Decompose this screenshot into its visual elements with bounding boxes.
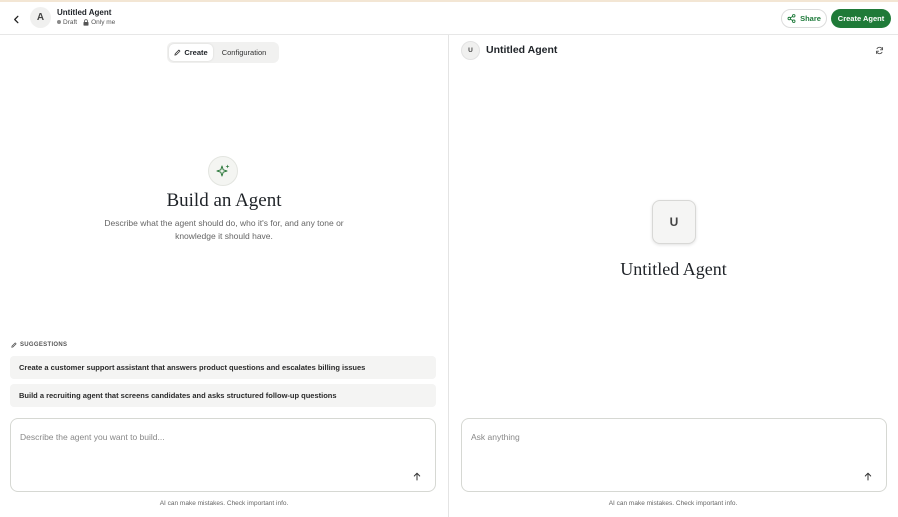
sparkle-badge	[208, 156, 238, 186]
suggestion-item[interactable]: Build a recruiting agent that screens ca…	[10, 384, 436, 407]
suggestions-label-text: SUGGESTIONS	[20, 342, 68, 348]
preview-title: Untitled Agent	[486, 44, 558, 56]
status-badge: Draft	[57, 19, 77, 26]
preview-agent-name: Untitled Agent	[620, 259, 727, 279]
pen-icon	[174, 49, 181, 56]
status-dot	[57, 20, 61, 24]
lock-icon	[83, 19, 89, 26]
agent-title: Untitled Agent	[57, 8, 112, 17]
back-button[interactable]	[8, 11, 24, 27]
refresh-icon	[875, 46, 883, 54]
tab-configuration[interactable]: Configuration	[213, 44, 275, 61]
chat-input[interactable]: Ask anything	[461, 418, 887, 492]
agent-meta: Draft Only me	[57, 19, 115, 26]
chevron-left-icon	[13, 15, 18, 23]
share-label: Share	[800, 14, 821, 23]
tab-create[interactable]: Create	[169, 44, 213, 61]
share-button[interactable]: Share	[781, 9, 827, 28]
create-agent-button[interactable]: Create Agent	[831, 9, 891, 28]
chat-send-button[interactable]	[862, 470, 874, 482]
builder-input[interactable]: Describe the agent you want to build...	[10, 418, 436, 492]
arrow-up-icon	[413, 472, 421, 480]
preview-disclaimer: AI can make mistakes. Check important in…	[608, 500, 738, 507]
refresh-button[interactable]	[873, 44, 885, 56]
suggestion-item[interactable]: Create a customer support assistant that…	[10, 356, 436, 379]
arrow-up-icon	[864, 472, 872, 480]
builder-description: Describe what the agent should do, who i…	[104, 218, 344, 241]
builder-tabs: Create Configuration	[167, 42, 279, 63]
sparkles-icon	[216, 164, 230, 177]
preview-avatar: U	[461, 41, 480, 60]
top-header: A Untitled Agent Draft Only me Share Cre…	[0, 2, 898, 35]
pen-icon	[11, 342, 17, 348]
preview-big-avatar: U	[652, 200, 696, 244]
chat-input-placeholder: Ask anything	[471, 432, 520, 442]
builder-disclaimer: AI can make mistakes. Check important in…	[159, 500, 289, 507]
agent-avatar[interactable]: A	[30, 7, 51, 28]
builder-send-button[interactable]	[411, 470, 423, 482]
share-icon	[787, 14, 796, 23]
builder-heading: Build an Agent	[166, 190, 282, 211]
tab-create-label: Create	[184, 48, 208, 57]
suggestions-label: SUGGESTIONS	[11, 342, 67, 348]
status-text: Draft	[63, 19, 78, 26]
builder-input-placeholder: Describe the agent you want to build...	[20, 432, 165, 442]
visibility-indicator: Only me	[83, 19, 115, 26]
visibility-text: Only me	[91, 19, 116, 26]
